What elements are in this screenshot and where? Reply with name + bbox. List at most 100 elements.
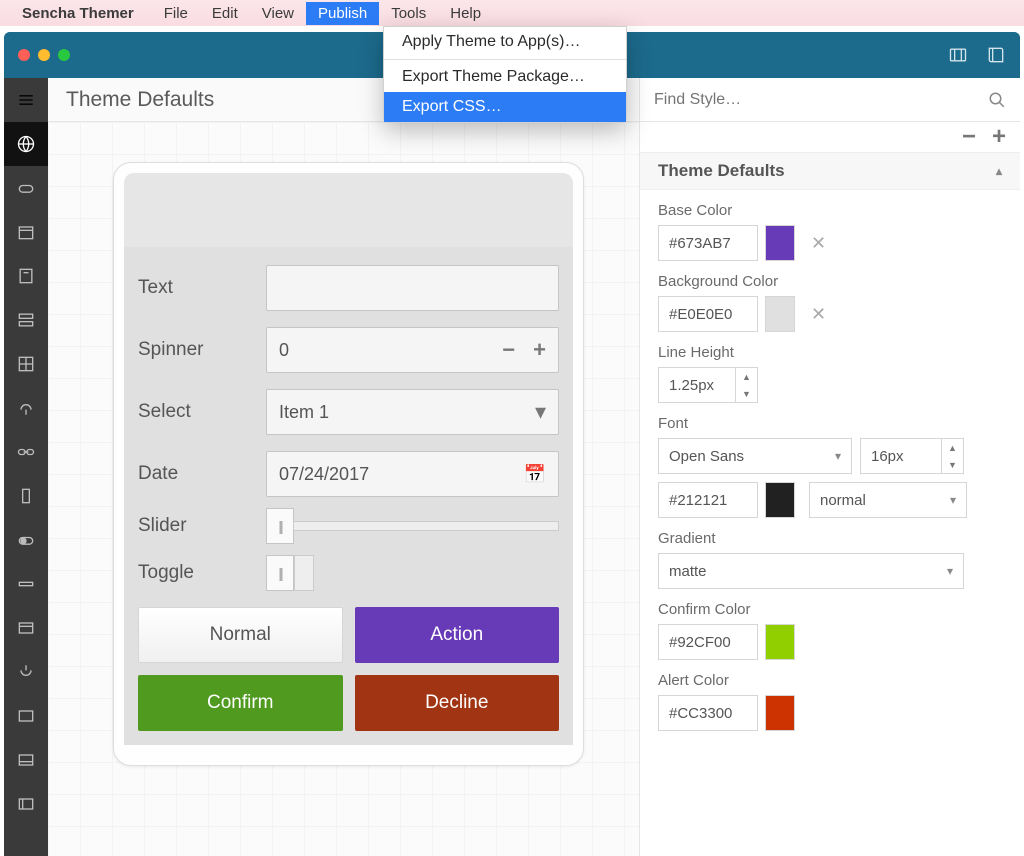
arrow-up-icon[interactable]: ▲ (942, 439, 963, 456)
font-weight-select[interactable]: normal▾ (809, 482, 967, 518)
film-icon[interactable] (948, 45, 968, 65)
spinner-input[interactable]: 0 −+ (266, 327, 559, 373)
label-bg-color: Background Color (658, 273, 1002, 290)
hamburger-icon[interactable] (4, 78, 48, 122)
sidebar-icon-11[interactable] (4, 562, 48, 606)
sidebar-icon-9[interactable] (4, 474, 48, 518)
minus-icon[interactable]: − (502, 337, 515, 362)
chevron-down-icon: ▾ (835, 449, 841, 463)
sidebar-globe-icon[interactable] (4, 122, 48, 166)
search-icon[interactable] (988, 91, 1006, 109)
label-spinner: Spinner (138, 339, 266, 361)
label-base-color: Base Color (658, 202, 1002, 219)
sidebar-icon-2[interactable] (4, 166, 48, 210)
publish-dropdown: Apply Theme to App(s)… Export Theme Pack… (383, 26, 627, 123)
bg-color-input[interactable]: #E0E0E0 (658, 296, 758, 332)
base-color-swatch[interactable] (765, 225, 795, 261)
menu-view[interactable]: View (250, 2, 306, 25)
slider-control[interactable]: || (266, 513, 559, 539)
font-color-input[interactable]: #212121 (658, 482, 758, 518)
toggle-control[interactable]: || (266, 555, 559, 591)
sidebar-icon-14[interactable] (4, 694, 48, 738)
minimize-button[interactable] (38, 49, 50, 61)
chevron-down-icon: ▾ (535, 399, 546, 425)
dd-export-package[interactable]: Export Theme Package… (384, 62, 626, 92)
calendar-icon[interactable]: 📅 (524, 464, 546, 485)
menu-edit[interactable]: Edit (200, 2, 250, 25)
right-column: − + Theme Defaults ▴ Base Color #673AB7 … (640, 78, 1020, 856)
toggle-handle[interactable]: || (266, 555, 294, 591)
menu-publish[interactable]: Publish (306, 2, 379, 25)
slider-handle[interactable]: || (266, 508, 294, 544)
dd-export-css[interactable]: Export CSS… (384, 92, 626, 122)
dropdown-separator (384, 59, 626, 60)
label-confirm-color: Confirm Color (658, 601, 1002, 618)
confirm-color-swatch[interactable] (765, 624, 795, 660)
font-family-select[interactable]: Open Sans▾ (658, 438, 852, 474)
search-input[interactable] (654, 91, 988, 109)
app-name[interactable]: Sencha Themer (22, 5, 134, 22)
date-value: 07/24/2017 (279, 464, 369, 485)
line-height-input[interactable]: 1.25px ▲▼ (658, 367, 758, 403)
arrow-down-icon[interactable]: ▼ (942, 456, 963, 473)
sidebar-icon-13[interactable] (4, 650, 48, 694)
sidebar-icon-10[interactable] (4, 518, 48, 562)
label-alert-color: Alert Color (658, 672, 1002, 689)
middle-column: Theme Defaults Phone Desktop Text S (48, 78, 640, 856)
text-input[interactable] (266, 265, 559, 311)
clear-base-color-icon[interactable]: ✕ (811, 233, 826, 254)
sidebar-icon-3[interactable] (4, 210, 48, 254)
alert-color-swatch[interactable] (765, 695, 795, 731)
sidebar-icon-7[interactable] (4, 386, 48, 430)
alert-color-input[interactable]: #CC3300 (658, 695, 758, 731)
sidebar-icon-6[interactable] (4, 342, 48, 386)
action-button[interactable]: Action (355, 607, 560, 663)
collapse-icon[interactable]: − (962, 123, 976, 151)
maximize-button[interactable] (58, 49, 70, 61)
spinner-value: 0 (279, 340, 289, 361)
confirm-color-input[interactable]: #92CF00 (658, 624, 758, 660)
arrow-down-icon[interactable]: ▼ (736, 385, 757, 402)
dd-apply-theme[interactable]: Apply Theme to App(s)… (384, 27, 626, 57)
traffic-lights (18, 49, 70, 61)
preview-canvas: Text Spinner 0 −+ Select (48, 122, 639, 856)
date-input[interactable]: 07/24/2017 📅 (266, 451, 559, 497)
slider-rail (293, 521, 559, 531)
normal-button[interactable]: Normal (138, 607, 343, 663)
label-slider: Slider (138, 515, 266, 537)
base-color-input[interactable]: #673AB7 (658, 225, 758, 261)
bg-color-swatch[interactable] (765, 296, 795, 332)
mac-menubar: Sencha Themer File Edit View Publish Too… (0, 0, 1024, 26)
book-icon[interactable] (986, 45, 1006, 65)
label-line-height: Line Height (658, 344, 1002, 361)
sidebar-icon-5[interactable] (4, 298, 48, 342)
sidebar-icon-16[interactable] (4, 782, 48, 826)
chevron-up-icon: ▴ (996, 164, 1002, 178)
decline-button[interactable]: Decline (355, 675, 560, 731)
sidebar-icon-15[interactable] (4, 738, 48, 782)
expand-icon[interactable]: + (992, 123, 1006, 151)
select-value: Item 1 (279, 402, 329, 423)
tool-row: − + (640, 122, 1020, 152)
phone-preview: Text Spinner 0 −+ Select (113, 162, 584, 766)
sidebar-icon-4[interactable] (4, 254, 48, 298)
panel-title: Theme Defaults (658, 161, 785, 181)
phone-top-bar (124, 173, 573, 247)
menu-tools[interactable]: Tools (379, 2, 438, 25)
close-button[interactable] (18, 49, 30, 61)
menu-help[interactable]: Help (438, 2, 493, 25)
clear-bg-color-icon[interactable]: ✕ (811, 304, 826, 325)
confirm-button[interactable]: Confirm (138, 675, 343, 731)
gradient-select[interactable]: matte▾ (658, 553, 964, 589)
font-size-input[interactable]: 16px ▲▼ (860, 438, 964, 474)
plus-icon[interactable]: + (533, 337, 546, 362)
sidebar-icon-12[interactable] (4, 606, 48, 650)
font-color-swatch[interactable] (765, 482, 795, 518)
panel-header[interactable]: Theme Defaults ▴ (640, 152, 1020, 190)
arrow-up-icon[interactable]: ▲ (736, 368, 757, 385)
select-input[interactable]: Item 1 ▾ (266, 389, 559, 435)
toggle-slot (294, 555, 314, 591)
menu-file[interactable]: File (152, 2, 200, 25)
sidebar-link-icon[interactable] (4, 430, 48, 474)
label-toggle: Toggle (138, 562, 266, 584)
